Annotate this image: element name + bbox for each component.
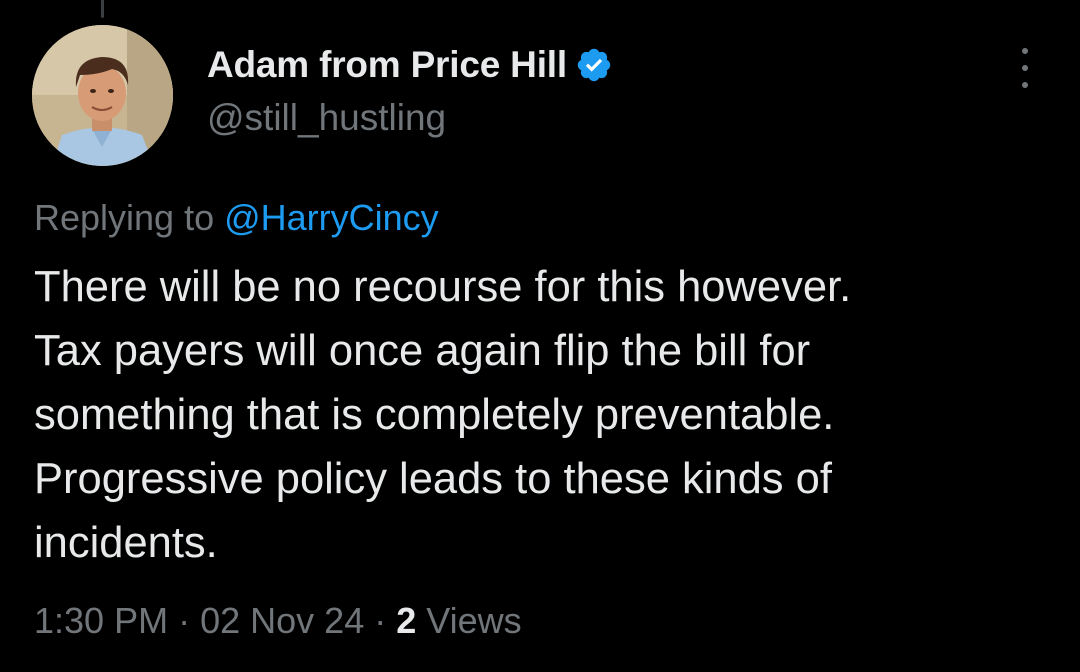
more-dot (1022, 82, 1028, 88)
avatar-photo (32, 25, 173, 166)
views-count[interactable]: 2 (396, 600, 416, 641)
reply-mention-link[interactable]: @HarryCincy (224, 197, 439, 238)
tweet-text-line: There will be no recourse for this howev… (34, 263, 852, 311)
tweet-text-line: Progressive policy leads to these kinds … (34, 455, 832, 503)
views-label[interactable]: Views (426, 600, 521, 641)
author-handle[interactable]: @still_hustling (207, 97, 446, 139)
verified-badge-icon[interactable] (575, 46, 613, 84)
more-dot (1022, 65, 1028, 71)
thread-connector-line (101, 0, 104, 18)
more-options-icon[interactable] (1010, 48, 1040, 88)
author-row: Adam from Price Hill (207, 44, 613, 86)
meta-separator: · (178, 600, 191, 641)
tweet-text: There will be no recourse for this howev… (34, 255, 1044, 575)
tweet-text-line: incidents. (34, 519, 218, 567)
meta-separator: · (374, 600, 387, 641)
author-display-name[interactable]: Adam from Price Hill (207, 44, 567, 86)
more-dot (1022, 48, 1028, 54)
tweet-date[interactable]: 02 Nov 24 (200, 600, 364, 641)
replying-to-line: Replying to @HarryCincy (34, 197, 439, 239)
replying-to-label: Replying to (34, 197, 225, 238)
tweet-meta: 1:30 PM · 02 Nov 24 · 2 Views (34, 600, 522, 642)
tweet-text-line: something that is completely preventable… (34, 391, 835, 439)
avatar[interactable] (32, 25, 173, 166)
tweet-time[interactable]: 1:30 PM (34, 600, 168, 641)
tweet-text-line: Tax payers will once again flip the bill… (34, 327, 811, 375)
